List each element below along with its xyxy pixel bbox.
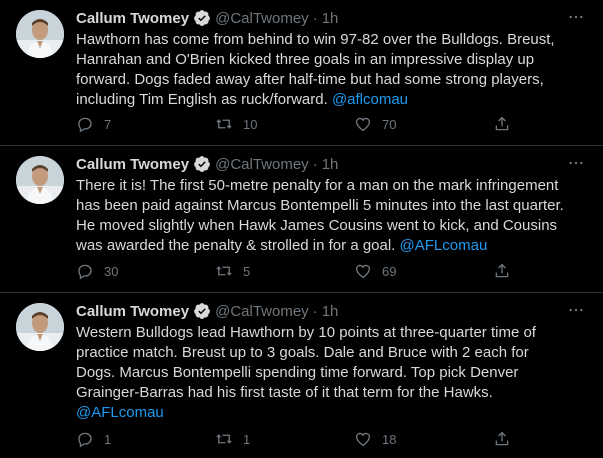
verified-badge-icon <box>193 155 211 173</box>
separator-dot: · <box>312 155 318 173</box>
timestamp[interactable]: 1h <box>322 156 339 173</box>
author-name[interactable]: Callum Twomey <box>76 156 189 173</box>
avatar[interactable] <box>16 303 64 351</box>
tweet-text-line: There it is! The first 50-metre penalty … <box>76 177 559 194</box>
reply-button[interactable]: 1 <box>76 430 136 448</box>
tweet-text-line: @AFLcomau <box>76 403 586 423</box>
like-button[interactable]: 69 <box>354 262 414 280</box>
like-count: 18 <box>382 431 397 447</box>
tweet-text-line: has been paid against Marcus Bontempelli… <box>76 197 564 214</box>
tweet-text-line: He moved slightly when Hawk James Cousin… <box>76 217 558 234</box>
tweet-feed: Callum Twomey @CalTwomey · 1h Hawthorn h… <box>0 0 603 458</box>
retweet-button[interactable]: 5 <box>215 262 275 280</box>
tweet-actions: 7 10 70 <box>76 114 511 134</box>
mention-link[interactable]: @AFLcomau <box>76 404 164 421</box>
share-icon <box>495 116 509 131</box>
timestamp[interactable]: 1h <box>322 303 339 320</box>
tweet-header: Callum Twomey @CalTwomey · 1h <box>76 8 338 28</box>
tweet[interactable]: Callum Twomey @CalTwomey · 1h Hawthorn h… <box>0 0 603 146</box>
tweet-text-line: including Tim English as ruck/forward. @… <box>76 90 586 110</box>
like-count: 69 <box>382 263 397 279</box>
author-handle[interactable]: @CalTwomey <box>215 156 309 173</box>
reply-icon <box>78 432 92 448</box>
separator-dot: · <box>312 302 318 320</box>
retweet-button[interactable]: 10 <box>215 115 275 133</box>
tweet-text-line: Hawthorn has come from behind to win 97-… <box>76 31 555 48</box>
tweet-text-fragment: including Tim English as ruck/forward. <box>76 91 332 108</box>
tweet-text: Hawthorn has come from behind to win 97-… <box>76 30 586 110</box>
tweet-text-line: Grainger-Barras had his first taste of i… <box>76 384 493 401</box>
retweet-count: 5 <box>243 263 251 279</box>
tweet[interactable]: Callum Twomey @CalTwomey · 1h Western Bu… <box>0 293 603 458</box>
mention-link[interactable]: @aflcomau <box>332 91 408 108</box>
share-button[interactable] <box>493 262 511 280</box>
avatar[interactable] <box>16 10 64 58</box>
reply-button[interactable]: 30 <box>76 262 136 280</box>
reply-icon <box>78 264 92 280</box>
tweet-actions: 30 5 69 <box>76 261 511 281</box>
retweet-icon <box>216 119 232 129</box>
share-button[interactable] <box>493 430 511 448</box>
author-name[interactable]: Callum Twomey <box>76 303 189 320</box>
tweet-text-line: was awarded the penalty & strolled in fo… <box>76 236 586 256</box>
timestamp[interactable]: 1h <box>322 10 339 27</box>
tweet-text-fragment: was awarded the penalty & strolled in fo… <box>76 237 400 254</box>
tweet-header: Callum Twomey @CalTwomey · 1h <box>76 301 338 321</box>
tweet-actions: 1 1 18 <box>76 429 511 449</box>
tweet[interactable]: Callum Twomey @CalTwomey · 1h There it i… <box>0 146 603 293</box>
verified-badge-icon <box>193 9 211 27</box>
like-count: 70 <box>382 116 397 132</box>
separator-dot: · <box>312 9 318 27</box>
reply-count: 30 <box>104 263 119 279</box>
share-icon <box>495 263 509 278</box>
avatar-photo <box>16 10 64 58</box>
author-name[interactable]: Callum Twomey <box>76 10 189 27</box>
reply-count: 1 <box>104 431 112 447</box>
share-icon <box>495 431 509 446</box>
tweet-text: There it is! The first 50-metre penalty … <box>76 176 586 256</box>
retweet-count: 10 <box>243 116 258 132</box>
reply-count: 7 <box>104 116 112 132</box>
more-options-icon[interactable] <box>565 6 587 28</box>
tweet-text: Western Bulldogs lead Hawthorn by 10 poi… <box>76 323 586 423</box>
tweet-text-line: Western Bulldogs lead Hawthorn by 10 poi… <box>76 324 536 341</box>
retweet-icon <box>216 434 232 444</box>
avatar-photo <box>16 303 64 351</box>
author-handle[interactable]: @CalTwomey <box>215 303 309 320</box>
more-options-icon[interactable] <box>565 299 587 321</box>
tweet-text-line: forward. Dogs faded away after half-time… <box>76 71 544 88</box>
avatar[interactable] <box>16 156 64 204</box>
tweet-text-line: Hanrahan and O'Brien kicked three goals … <box>76 51 535 68</box>
tweet-text-line: Dogs. Marcus Bontempelli spending time f… <box>76 364 519 381</box>
retweet-button[interactable]: 1 <box>215 430 275 448</box>
mention-link[interactable]: @AFLcomau <box>400 237 488 254</box>
more-options-icon[interactable] <box>565 152 587 174</box>
reply-icon <box>78 117 92 133</box>
retweet-count: 1 <box>243 431 251 447</box>
like-button[interactable]: 70 <box>354 115 414 133</box>
heart-icon <box>355 432 371 447</box>
tweet-text-line: practice match. Breust up to 3 goals. Da… <box>76 344 529 361</box>
heart-icon <box>355 264 371 279</box>
share-button[interactable] <box>493 115 511 133</box>
author-handle[interactable]: @CalTwomey <box>215 10 309 27</box>
reply-button[interactable]: 7 <box>76 115 136 133</box>
tweet-header: Callum Twomey @CalTwomey · 1h <box>76 154 338 174</box>
heart-icon <box>355 117 371 132</box>
avatar-photo <box>16 156 64 204</box>
retweet-icon <box>216 266 232 276</box>
verified-badge-icon <box>193 302 211 320</box>
like-button[interactable]: 18 <box>354 430 414 448</box>
